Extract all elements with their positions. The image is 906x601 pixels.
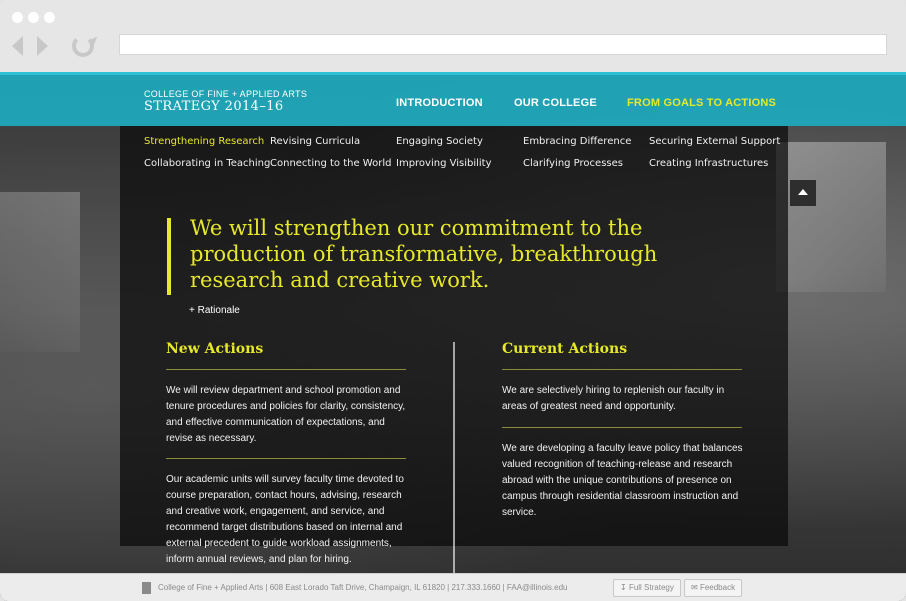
new-actions-heading: New Actions [166,341,264,357]
quote-accent-bar [167,218,171,295]
new-action-item: We will review department and school pro… [166,385,406,444]
subnav-improving-visibility[interactable]: Improving Visibility [396,158,492,169]
subnav-engaging-society[interactable]: Engaging Society [396,136,483,147]
window-control-dot[interactable] [12,12,23,23]
address-bar[interactable] [119,34,887,55]
nav-introduction[interactable]: INTRODUCTION [396,97,483,109]
footer-address: College of Fine + Applied Arts | 608 Eas… [158,583,568,592]
divider [166,458,406,459]
current-action-item: We are selectively hiring to replenish o… [502,385,725,412]
divider [502,369,742,370]
current-actions-heading: Current Actions [502,341,628,357]
browser-chrome [0,0,906,72]
nav-from-goals-to-actions[interactable]: FROM GOALS TO ACTIONS [627,97,776,109]
background-photo [776,142,886,292]
background-photo [0,192,80,352]
reload-icon[interactable] [72,35,94,57]
goal-statement: We will strengthen our commitment to the… [190,216,658,292]
feedback-label: Feedback [699,583,736,592]
column-divider [453,342,455,582]
full-strategy-label: Full Strategy [628,583,674,592]
window-control-dot[interactable] [28,12,39,23]
download-icon: ↧ [620,583,629,592]
subnav-revising-curricula[interactable]: Revising Curricula [270,136,360,147]
full-strategy-button[interactable]: ↧ Full Strategy [613,579,681,597]
divider [166,369,406,370]
strategy-title[interactable]: STRATEGY 2014–16 [144,99,284,114]
subnav-collaborating-in-teaching[interactable]: Collaborating in Teaching [144,158,270,169]
divider [502,427,742,428]
illinois-logo-icon [142,582,151,594]
subnav-securing-external-support[interactable]: Securing External Support [649,136,780,147]
subnav-clarifying-processes[interactable]: Clarifying Processes [523,158,623,169]
subnav-embracing-difference[interactable]: Embracing Difference [523,136,631,147]
new-action-item: Our academic units will survey faculty t… [166,474,404,565]
feedback-button[interactable]: ✉ Feedback [684,579,743,597]
current-action-item: We are developing a faculty leave policy… [502,443,743,518]
site-footer: College of Fine + Applied Arts | 608 Eas… [0,573,906,601]
mail-icon: ✉ [691,583,700,592]
browser-window: COLLEGE OF FINE + APPLIED ARTS STRATEGY … [0,0,906,601]
subnav-strengthening-research[interactable]: Strengthening Research [144,136,264,147]
subnav-creating-infrastructures[interactable]: Creating Infrastructures [649,158,768,169]
scroll-up-icon[interactable] [790,180,816,206]
back-arrow-icon[interactable] [12,36,23,56]
window-control-dot[interactable] [44,12,55,23]
rationale-toggle[interactable]: + Rationale [189,305,240,316]
subnav-connecting-to-the-world[interactable]: Connecting to the World [270,158,391,169]
college-name[interactable]: COLLEGE OF FINE + APPLIED ARTS [144,89,307,99]
nav-our-college[interactable]: OUR COLLEGE [514,97,597,109]
forward-arrow-icon[interactable] [37,36,48,56]
site-header: COLLEGE OF FINE + APPLIED ARTS STRATEGY … [0,72,906,126]
page: COLLEGE OF FINE + APPLIED ARTS STRATEGY … [0,72,906,601]
